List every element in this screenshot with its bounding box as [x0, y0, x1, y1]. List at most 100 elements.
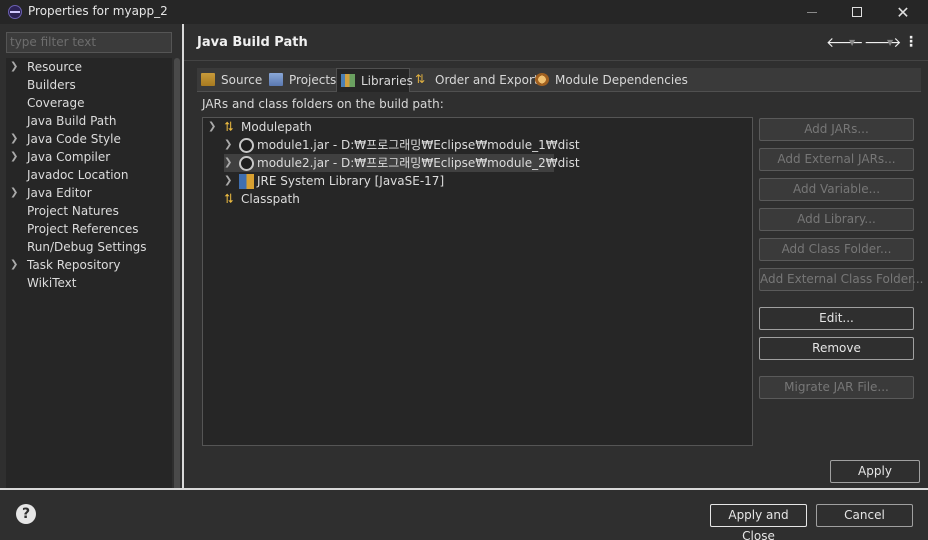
back-dropdown-icon[interactable]: ▼ [849, 38, 855, 47]
classpath-icon: ⮁ [223, 192, 234, 207]
forward-arrow-icon[interactable]: 🡒 [864, 34, 902, 51]
cancel-button[interactable]: Cancel [816, 504, 913, 527]
tab-label: Projects [289, 73, 337, 87]
sidebar-item-javadoc-location[interactable]: Javadoc Location [6, 166, 172, 184]
chevron-right-icon[interactable]: ❯ [224, 136, 236, 154]
window-title: Properties for myapp_2 [28, 4, 168, 18]
module-dependencies-icon [535, 73, 549, 86]
chevron-right-icon[interactable]: ❯ [10, 148, 22, 166]
tab-module-dependencies[interactable]: Module Dependencies [531, 68, 688, 92]
tree-node-label: module2.jar - D:₩프로그래밍₩Eclipse₩module_2₩… [257, 156, 580, 170]
scrollbar-thumb[interactable] [174, 58, 180, 510]
chevron-right-icon[interactable]: ❯ [10, 130, 22, 148]
chevron-right-icon[interactable]: ❯ [10, 256, 22, 274]
property-tree: ❯ Resource Builders Coverage Java Build P… [6, 58, 172, 510]
sidebar-item-label: Task Repository [27, 258, 121, 272]
sidebar-item-label: Coverage [27, 96, 85, 110]
sidebar-item-java-code-style[interactable]: ❯ Java Code Style [6, 130, 172, 148]
add-library-button[interactable]: Add Library... [759, 208, 914, 231]
sidebar-item-label: WikiText [27, 276, 77, 290]
sidebar-item-label: Builders [27, 78, 76, 92]
header-separator [184, 60, 928, 61]
source-folder-icon [201, 73, 215, 86]
chevron-right-icon[interactable]: ❯ [224, 172, 236, 190]
sidebar-item-run-debug-settings[interactable]: Run/Debug Settings [6, 238, 172, 256]
sidebar-item-project-natures[interactable]: Project Natures [6, 202, 172, 220]
jre-library-icon [239, 174, 254, 189]
sidebar-item-wikitext[interactable]: WikiText [6, 274, 172, 292]
filter-input[interactable]: type filter text [6, 32, 172, 53]
title-bar: Properties for myapp_2 ✕ [0, 0, 928, 24]
migrate-jar-file-button[interactable]: Migrate JAR File... [759, 376, 914, 399]
tab-libraries[interactable]: Libraries [336, 68, 413, 92]
tree-node-label: Modulepath [241, 120, 312, 134]
remove-button[interactable]: Remove [759, 337, 914, 360]
add-variable-button[interactable]: Add Variable... [759, 178, 914, 201]
sidebar-item-task-repository[interactable]: ❯ Task Repository [6, 256, 172, 274]
sidebar-item-java-compiler[interactable]: ❯ Java Compiler [6, 148, 172, 166]
tree-node-module1-jar[interactable]: ❯ module1.jar - D:₩프로그래밍₩Eclipse₩module_… [224, 136, 580, 154]
tree-node-label: Classpath [241, 192, 300, 206]
sidebar-item-java-editor[interactable]: ❯ Java Editor [6, 184, 172, 202]
add-external-jars-button[interactable]: Add External JARs... [759, 148, 914, 171]
back-arrow-icon[interactable]: 🡐 [826, 34, 864, 51]
sidebar-item-label: Java Build Path [27, 114, 117, 128]
sidebar-item-label: Run/Debug Settings [27, 240, 147, 254]
jar-icon [239, 138, 254, 153]
maximize-icon [852, 7, 862, 17]
close-icon: ✕ [896, 2, 910, 22]
add-class-folder-button[interactable]: Add Class Folder... [759, 238, 914, 261]
page-title: Java Build Path [197, 35, 308, 50]
chevron-down-icon[interactable]: ❯ [208, 118, 220, 136]
navigation-pane: type filter text ❯ Resource Builders Cove… [0, 24, 182, 510]
order-export-icon: ⇅ [415, 72, 426, 86]
tree-node-module2-jar[interactable]: ❯ module2.jar - D:₩프로그래밍₩Eclipse₩module_… [224, 154, 580, 172]
sidebar-item-label: Resource [27, 60, 83, 74]
tab-label: Libraries [361, 74, 413, 88]
tab-order-and-export[interactable]: ⇅ Order and Export [411, 68, 539, 92]
content-pane: Java Build Path 🡐 ▼ 🡒 ▼ ⋮ Source Project… [184, 24, 928, 489]
build-path-tree[interactable]: ❯ ⮁ Modulepath ❯ module1.jar - D:₩프로그래밍₩… [202, 117, 753, 446]
close-button[interactable]: ✕ [881, 0, 925, 24]
tab-bar: Source Projects Libraries ⇅ Order and Ex… [197, 68, 921, 92]
chevron-right-icon[interactable]: ❯ [10, 184, 22, 202]
sidebar-scrollbar[interactable] [172, 58, 182, 510]
apply-and-close-button[interactable]: Apply and Close [710, 504, 807, 540]
more-menu-icon[interactable]: ⋮ [904, 34, 918, 50]
build-path-caption: JARs and class folders on the build path… [202, 97, 444, 111]
history-navigation: 🡐 ▼ 🡒 ▼ ⋮ [824, 34, 924, 52]
tab-source[interactable]: Source [197, 68, 265, 92]
sidebar-item-builders[interactable]: Builders [6, 76, 172, 94]
sidebar-item-label: Project Natures [27, 204, 119, 218]
eclipse-icon [8, 5, 22, 19]
tab-label: Source [221, 73, 263, 87]
tab-label: Module Dependencies [555, 73, 688, 87]
tree-node-jre-system-library[interactable]: ❯ JRE System Library [JavaSE-17] [224, 172, 464, 190]
tree-node-label: JRE System Library [JavaSE-17] [257, 174, 445, 188]
tree-node-label: module1.jar - D:₩프로그래밍₩Eclipse₩module_1₩… [257, 138, 580, 152]
sidebar-item-coverage[interactable]: Coverage [6, 94, 172, 112]
minimize-button[interactable] [790, 0, 834, 24]
add-external-class-folder-button[interactable]: Add External Class Folder... [759, 268, 923, 291]
projects-folder-icon [269, 73, 283, 86]
tab-projects[interactable]: Projects [265, 68, 337, 92]
minimize-icon [807, 11, 817, 13]
sidebar-item-label: Java Compiler [27, 150, 111, 164]
sidebar-item-label: Javadoc Location [27, 168, 129, 182]
sidebar-item-project-references[interactable]: Project References [6, 220, 172, 238]
tree-node-modulepath[interactable]: ❯ ⮁ Modulepath [208, 118, 508, 136]
forward-dropdown-icon[interactable]: ▼ [887, 38, 893, 47]
apply-button[interactable]: Apply [830, 460, 920, 483]
sidebar-item-resource[interactable]: ❯ Resource [6, 58, 172, 76]
modulepath-icon: ⮁ [223, 120, 234, 135]
sidebar-item-label: Java Code Style [27, 132, 121, 146]
sidebar-item-java-build-path[interactable]: Java Build Path [6, 112, 172, 130]
maximize-button[interactable] [835, 0, 879, 24]
chevron-right-icon[interactable]: ❯ [10, 58, 22, 76]
chevron-right-icon[interactable]: ❯ [224, 154, 236, 172]
add-jars-button[interactable]: Add JARs... [759, 118, 914, 141]
edit-button[interactable]: Edit... [759, 307, 914, 330]
sidebar-item-label: Project References [27, 222, 139, 236]
tree-node-classpath[interactable]: ⮁ Classpath [208, 190, 408, 208]
help-icon[interactable]: ? [16, 504, 36, 524]
